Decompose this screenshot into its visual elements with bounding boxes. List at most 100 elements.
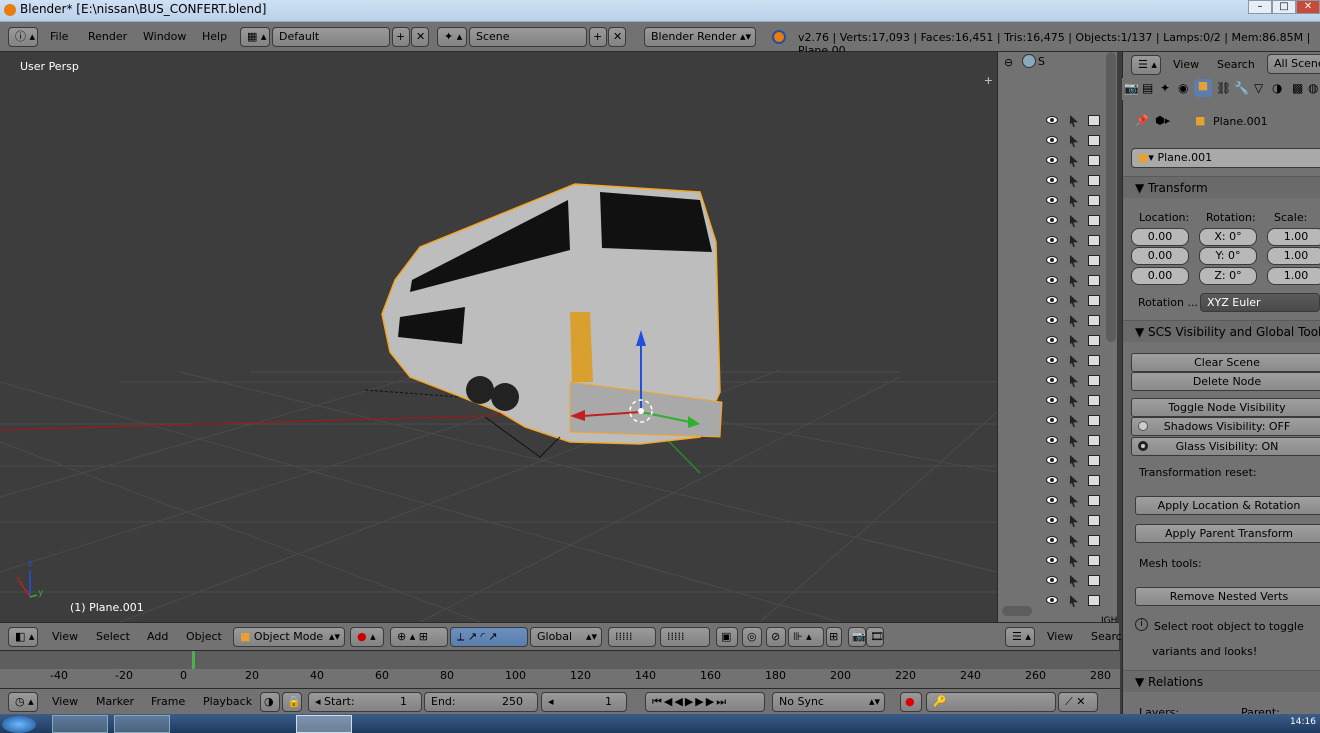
outliner-row[interactable] bbox=[998, 432, 1118, 452]
outliner-row[interactable] bbox=[998, 332, 1118, 352]
outliner-row[interactable] bbox=[998, 172, 1118, 192]
apply-parent-transform-button[interactable]: Apply Parent Transform bbox=[1135, 524, 1320, 543]
renderability-camera-icon[interactable] bbox=[1088, 455, 1100, 466]
transform-panel-header[interactable]: ▼ Transform bbox=[1123, 176, 1320, 198]
renderability-camera-icon[interactable] bbox=[1088, 135, 1100, 146]
visibility-eye-icon[interactable] bbox=[1046, 436, 1058, 444]
material-tab-icon[interactable]: ◑ bbox=[1272, 81, 1282, 95]
start-button[interactable] bbox=[2, 716, 36, 733]
renderability-camera-icon[interactable] bbox=[1088, 475, 1100, 486]
snap-icon[interactable]: ⊪ ▴ bbox=[788, 627, 824, 647]
visibility-eye-icon[interactable] bbox=[1046, 596, 1058, 604]
outliner-row[interactable] bbox=[998, 572, 1118, 592]
visibility-eye-icon[interactable] bbox=[1046, 396, 1058, 404]
outliner-row[interactable] bbox=[998, 132, 1118, 152]
lock-layers-icon[interactable]: ▣ bbox=[716, 627, 738, 647]
selectability-cursor-icon[interactable] bbox=[1070, 575, 1078, 587]
rotation-y-field[interactable]: Y: 0° bbox=[1199, 247, 1257, 265]
outliner-collapse-icon[interactable]: ⊖ bbox=[1004, 56, 1013, 69]
renderability-camera-icon[interactable] bbox=[1088, 235, 1100, 246]
renderability-camera-icon[interactable] bbox=[1088, 175, 1100, 186]
outliner-row[interactable] bbox=[998, 552, 1118, 572]
renderability-camera-icon[interactable] bbox=[1088, 295, 1100, 306]
menu-help[interactable]: Help bbox=[202, 27, 227, 47]
remove-nested-verts-button[interactable]: Remove Nested Verts bbox=[1135, 587, 1320, 606]
pivot-icon[interactable]: ⊕ ▴ ⊞ bbox=[390, 627, 448, 647]
keying-set-field[interactable]: 🔑 bbox=[926, 692, 1056, 712]
selectability-cursor-icon[interactable] bbox=[1070, 295, 1078, 307]
selectability-cursor-icon[interactable] bbox=[1070, 135, 1078, 147]
outliner-editor-icon[interactable]: ☰ ▴ bbox=[1005, 627, 1035, 647]
menu-window[interactable]: Window bbox=[143, 27, 186, 47]
renderability-camera-icon[interactable] bbox=[1088, 575, 1100, 586]
start-frame-field[interactable]: ◂ Start: 1 bbox=[308, 692, 422, 712]
preview-range-icon[interactable]: ◑ bbox=[260, 692, 280, 712]
renderability-camera-icon[interactable] bbox=[1088, 155, 1100, 166]
menu-render[interactable]: Render bbox=[88, 27, 127, 47]
keyframe-insert-icon[interactable]: ⟋ ✕ bbox=[1058, 692, 1098, 712]
selectability-cursor-icon[interactable] bbox=[1070, 315, 1078, 327]
orientation-select[interactable]: Global ▴▾ bbox=[530, 627, 602, 647]
proportional-edit-icon[interactable]: ⊘ bbox=[766, 627, 786, 647]
location-z-field[interactable]: 0.00 bbox=[1131, 267, 1189, 285]
tl-menu-playback[interactable]: Playback bbox=[203, 692, 252, 712]
visibility-eye-icon[interactable] bbox=[1046, 476, 1058, 484]
timeline-ruler[interactable]: -40 -20 0 20 40 60 80 100 120 140 160 180 200 220 240 2… bbox=[0, 650, 1120, 688]
outliner-menu-search[interactable]: Searc bbox=[1091, 627, 1122, 647]
outliner-row[interactable] bbox=[998, 372, 1118, 392]
menu-file[interactable]: File bbox=[50, 27, 68, 47]
maximize-button[interactable]: □ bbox=[1272, 0, 1296, 14]
layout-selector[interactable]: Default bbox=[272, 27, 390, 47]
selectability-cursor-icon[interactable] bbox=[1070, 455, 1078, 467]
render-engine-select[interactable]: Blender Render ▴▾ bbox=[644, 27, 756, 47]
opengl-anim-icon[interactable]: 🎞 bbox=[866, 627, 884, 647]
renderability-camera-icon[interactable] bbox=[1088, 195, 1100, 206]
outliner-row[interactable] bbox=[998, 292, 1118, 312]
visibility-eye-icon[interactable] bbox=[1046, 196, 1058, 204]
outliner-row[interactable] bbox=[998, 472, 1118, 492]
visibility-eye-icon[interactable] bbox=[1046, 256, 1058, 264]
renderability-camera-icon[interactable] bbox=[1088, 495, 1100, 506]
location-y-field[interactable]: 0.00 bbox=[1131, 247, 1189, 265]
vp-menu-view[interactable]: View bbox=[52, 627, 78, 647]
taskbar-explorer[interactable] bbox=[52, 715, 108, 733]
rotation-mode-select[interactable]: XYZ Euler bbox=[1200, 293, 1320, 312]
scene-tab-icon[interactable]: ✦ bbox=[1160, 81, 1170, 95]
visibility-eye-icon[interactable] bbox=[1046, 456, 1058, 464]
scope-select[interactable]: All Scenes bbox=[1267, 54, 1320, 74]
delete-node-button[interactable]: Delete Node bbox=[1131, 372, 1320, 391]
properties-panel[interactable]: 📌 ⬢▸ ■ Plane.001 ■▾ Plane.001 ▼ Transfor… bbox=[1122, 100, 1320, 733]
props-menu-search[interactable]: Search bbox=[1217, 55, 1255, 75]
renderability-camera-icon[interactable] bbox=[1088, 275, 1100, 286]
renderability-camera-icon[interactable] bbox=[1088, 395, 1100, 406]
remove-scene-button[interactable]: ✕ bbox=[608, 27, 626, 47]
selectability-cursor-icon[interactable] bbox=[1070, 435, 1078, 447]
selectability-cursor-icon[interactable] bbox=[1070, 275, 1078, 287]
visibility-eye-icon[interactable] bbox=[1046, 516, 1058, 524]
render-preview-icon[interactable]: ◎ bbox=[742, 627, 762, 647]
modifiers-tab-icon[interactable]: 🔧 bbox=[1234, 81, 1249, 95]
layers-tab-icon[interactable]: ▤ bbox=[1142, 81, 1153, 95]
outliner-row[interactable] bbox=[998, 252, 1118, 272]
renderability-camera-icon[interactable] bbox=[1088, 115, 1100, 126]
layers-grid-2[interactable]: ⁞⁞⁞⁞⁞ bbox=[660, 627, 710, 647]
remove-layout-button[interactable]: ✕ bbox=[411, 27, 429, 47]
selectability-cursor-icon[interactable] bbox=[1070, 555, 1078, 567]
renderability-camera-icon[interactable] bbox=[1088, 335, 1100, 346]
timeline-editor-icon[interactable]: ◷ ▴ bbox=[8, 692, 38, 712]
outliner-panel[interactable]: ⊖ S IGH bbox=[997, 52, 1118, 626]
outliner-hscrollbar[interactable] bbox=[1002, 606, 1032, 616]
record-icon[interactable]: ● bbox=[900, 692, 922, 712]
screen-layout-icon[interactable]: ▦ ▴ bbox=[240, 27, 270, 47]
add-layout-button[interactable]: + bbox=[392, 27, 410, 47]
selectability-cursor-icon[interactable] bbox=[1070, 335, 1078, 347]
layers-grid-1[interactable]: ⁞⁞⁞⁞⁞ bbox=[608, 627, 656, 647]
renderability-camera-icon[interactable] bbox=[1088, 535, 1100, 546]
renderability-camera-icon[interactable] bbox=[1088, 415, 1100, 426]
end-frame-field[interactable]: End: 250 bbox=[424, 692, 538, 712]
world-tab-icon[interactable]: ◉ bbox=[1178, 81, 1188, 95]
minimize-button[interactable]: – bbox=[1248, 0, 1272, 14]
glass-visibility-toggle[interactable]: Glass Visibility: ON bbox=[1131, 437, 1320, 456]
playback-controls[interactable]: ⏮◀◀▶▶▶⏭ bbox=[645, 692, 765, 712]
renderability-camera-icon[interactable] bbox=[1088, 315, 1100, 326]
